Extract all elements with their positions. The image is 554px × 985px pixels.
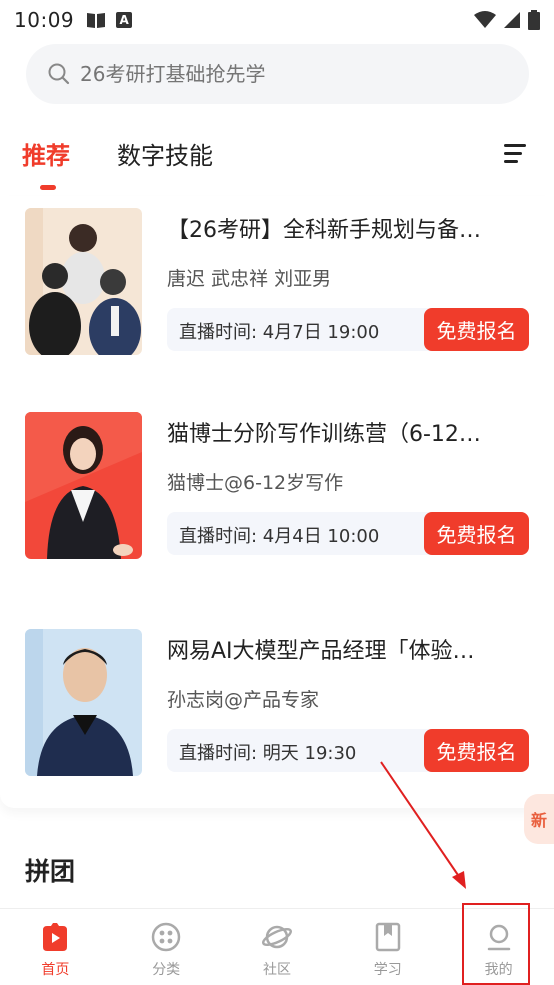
annotation-highlight-box: [462, 903, 530, 985]
nav-label: 社区: [262, 962, 291, 978]
status-bar: 10:09 A: [0, 0, 554, 40]
menu-icon[interactable]: [504, 144, 528, 166]
course-teachers: 猫博士@6-12岁写作: [167, 472, 344, 494]
live-time-box: 直播时间: 4月4日 10:00 免费报名: [167, 512, 529, 555]
nav-study[interactable]: 学习: [332, 909, 443, 985]
book-icon: [87, 13, 106, 28]
course-title[interactable]: 【26考研】全科新手规划与备…: [167, 212, 527, 244]
live-time-box: 直播时间: 明天 19:30 免费报名: [167, 729, 529, 772]
nav-home[interactable]: 首页: [0, 909, 111, 985]
course-item[interactable]: 【26考研】全科新手规划与备… 唐迟 武忠祥 刘亚男 直播时间: 4月7日 19…: [0, 196, 554, 355]
nav-label: 首页: [41, 962, 70, 978]
nav-community[interactable]: 社区: [222, 909, 333, 985]
search-bar[interactable]: [26, 44, 529, 104]
signal-icon: [504, 12, 520, 28]
course-item[interactable]: 网易AI大模型产品经理「体验… 孙志岗@产品专家 直播时间: 明天 19:30 …: [0, 617, 554, 776]
live-time: 直播时间: 明天 19:30: [179, 743, 357, 764]
active-tab-indicator: [40, 185, 56, 190]
nav-label: 学习: [373, 962, 402, 978]
tab-recommend[interactable]: 推荐: [22, 136, 70, 171]
category-tabs: 推荐 数字技能: [22, 136, 532, 196]
live-course-panel: 【26考研】全科新手规划与备… 唐迟 武忠祥 刘亚男 直播时间: 4月7日 19…: [0, 196, 554, 808]
category-icon: [151, 922, 181, 952]
course-title[interactable]: 网易AI大模型产品经理「体验…: [167, 633, 527, 665]
course-teachers: 唐迟 武忠祥 刘亚男: [167, 268, 332, 290]
free-signup-button[interactable]: 免费报名: [424, 308, 529, 351]
course-thumbnail: [25, 629, 142, 776]
bookmark-icon: [375, 922, 401, 952]
course-teachers: 孙志岗@产品专家: [167, 689, 320, 711]
wifi-icon: [474, 11, 496, 28]
free-signup-button[interactable]: 免费报名: [424, 729, 529, 772]
course-title[interactable]: 猫博士分阶写作训练营（6-12…: [167, 416, 527, 448]
search-input[interactable]: [80, 62, 480, 86]
live-time: 直播时间: 4月4日 10:00: [179, 526, 380, 547]
live-time: 直播时间: 4月7日 19:00: [179, 322, 380, 343]
course-thumbnail: [25, 208, 142, 355]
section-title-group-buy: 拼团: [25, 857, 76, 886]
nav-category[interactable]: 分类: [111, 909, 222, 985]
search-icon: [48, 63, 70, 85]
battery-icon: [528, 10, 540, 30]
status-indicators: [474, 10, 540, 30]
free-signup-button[interactable]: 免费报名: [424, 512, 529, 555]
live-time-box: 直播时间: 4月7日 19:00 免费报名: [167, 308, 529, 351]
nav-label: 分类: [152, 962, 181, 978]
course-item[interactable]: 猫博士分阶写作训练营（6-12… 猫博士@6-12岁写作 直播时间: 4月4日 …: [0, 400, 554, 559]
app-notification-icon: A: [116, 12, 133, 28]
planet-icon: [261, 925, 292, 949]
status-time: 10:09: [14, 8, 75, 32]
tab-digital-skills[interactable]: 数字技能: [117, 136, 213, 171]
floating-new-badge[interactable]: 新: [524, 794, 554, 844]
course-thumbnail: [25, 412, 142, 559]
home-play-icon: [43, 923, 68, 951]
